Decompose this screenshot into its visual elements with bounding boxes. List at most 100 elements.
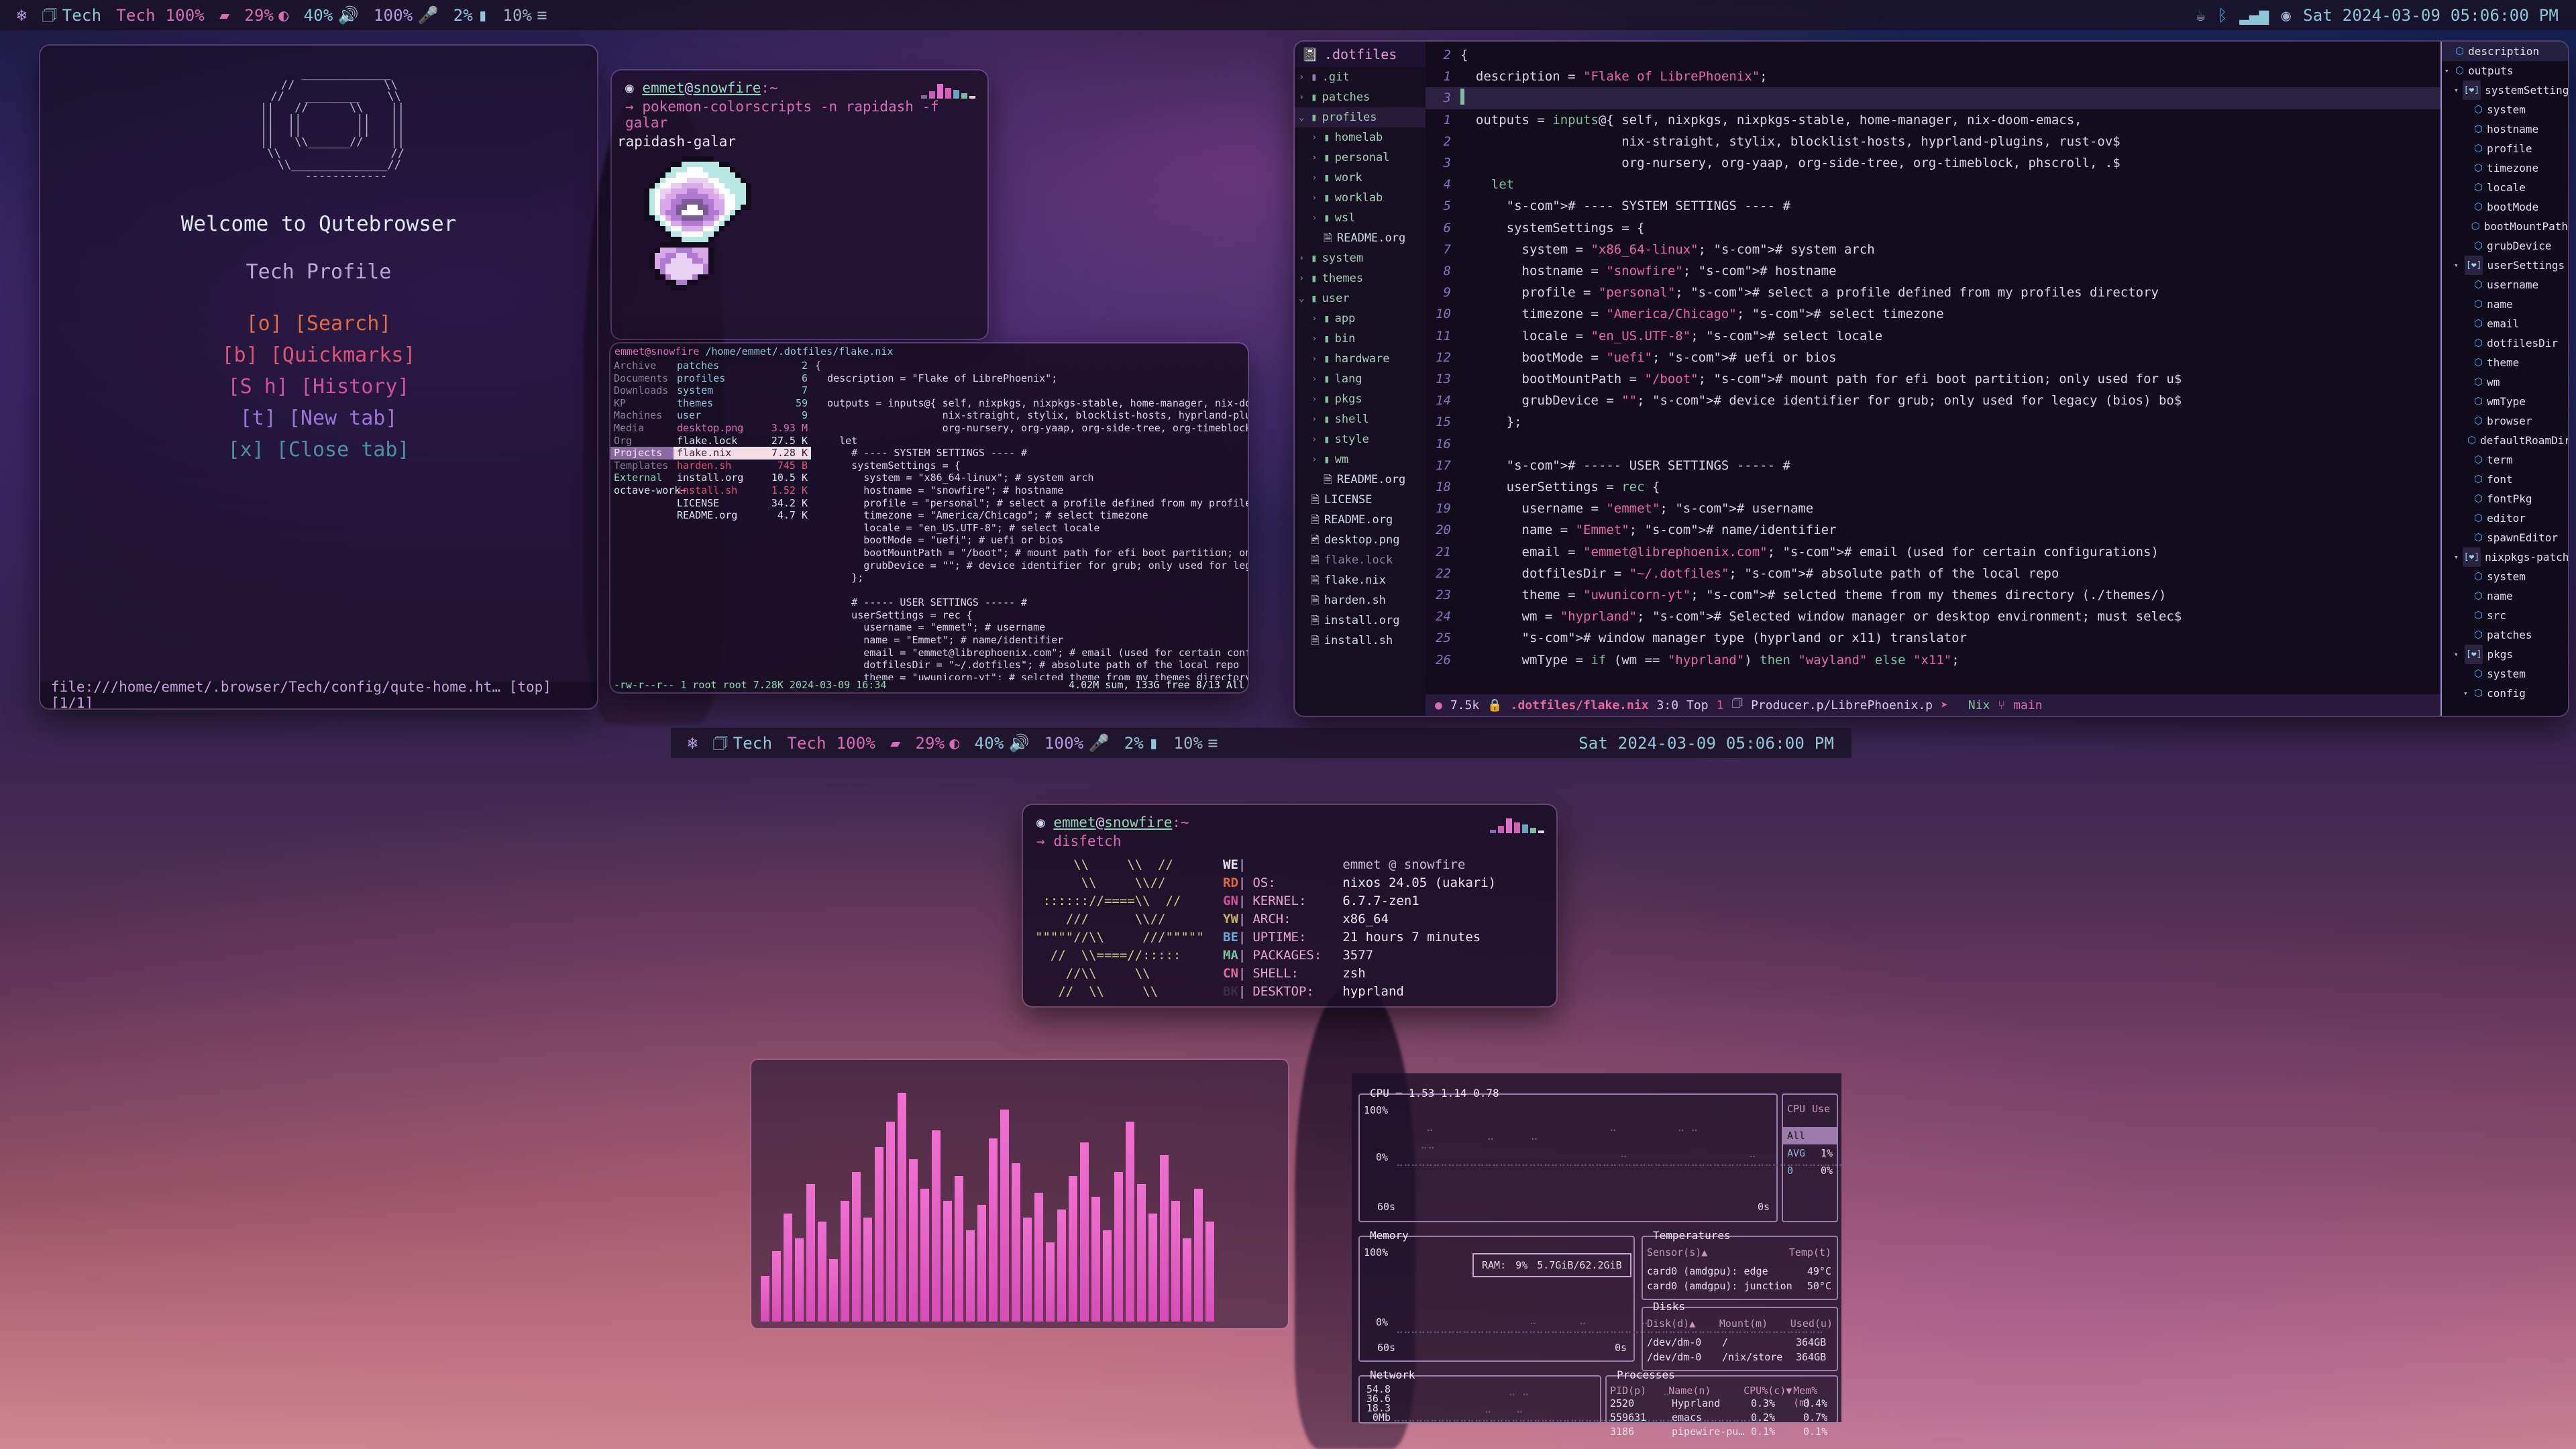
outline-item[interactable]: ⬡ wm — [2442, 372, 2568, 392]
cpu-module-2[interactable]: 29% ◐ — [908, 734, 967, 753]
ranger-file-item[interactable]: flake.nix 7.28 K — [674, 447, 811, 460]
treemacs-item[interactable]: 🗎 README.org — [1295, 228, 1426, 248]
chevron-icon[interactable]: › — [1311, 127, 1319, 148]
code-line[interactable]: 2 nix-straight, stylix, blocklist-hosts,… — [1426, 131, 2440, 152]
outline-item[interactable]: ⬡ spawnEditor — [2442, 528, 2568, 547]
code-line[interactable]: 12 bootMode = "uefi"; "s-com"># uefi or … — [1426, 347, 2440, 368]
chevron-icon[interactable]: › — [1311, 369, 1319, 389]
outline-item[interactable]: ⬡ system — [2442, 567, 2568, 586]
mic-module[interactable]: 2% ▮ — [446, 6, 496, 25]
battery-module[interactable]: Tech 100% — [109, 6, 212, 25]
chevron-icon[interactable]: › — [1311, 188, 1319, 208]
outline-item[interactable]: ⬡ font — [2442, 470, 2568, 489]
code-line[interactable]: 8 hostname = "snowfire"; "s-com"># hostn… — [1426, 260, 2440, 282]
cpu-module[interactable]: 29% ◐ — [237, 6, 296, 25]
ranger-parent-item[interactable]: Documents — [610, 372, 674, 385]
triangle-icon[interactable]: ▾ — [2454, 256, 2461, 275]
code-line[interactable]: 26 wmType = if (wm == "hyprland") then "… — [1426, 649, 2440, 671]
treemacs-item[interactable]: › ▮ wm — [1295, 449, 1426, 470]
outline-item[interactable]: ▾ [❤] systemSettings — [2442, 80, 2568, 100]
coffee-off-icon[interactable]: ☕ — [2196, 6, 2206, 25]
btop-disk-header[interactable]: Disk(d)▲ — [1647, 1318, 1719, 1330]
outline-item[interactable]: ⬡ description — [2442, 42, 2568, 61]
memory-module-2[interactable]: 10% ≡ — [1166, 734, 1225, 753]
chevron-icon[interactable]: › — [1311, 409, 1319, 429]
ranger-file-item[interactable]: flake.lock 27.5 K — [674, 435, 811, 447]
outline-item[interactable]: ⬡ term — [2442, 450, 2568, 470]
treemacs-item[interactable]: › ▮ homelab — [1295, 127, 1426, 148]
outline-item[interactable]: ⬡ name — [2442, 586, 2568, 606]
code-line[interactable]: 1 outputs = inputs@{ self, nixpkgs, nixp… — [1426, 109, 2440, 131]
chevron-icon[interactable]: › — [1299, 67, 1306, 87]
battery-icon-module-2[interactable]: ▰ — [883, 735, 908, 751]
ranger-parent-item[interactable]: Templates — [610, 460, 674, 472]
brightness-module[interactable]: 40% 🔊 — [297, 6, 366, 25]
volume-module-2[interactable]: 100% 🎤 — [1037, 734, 1117, 753]
treemacs-item[interactable]: 🗎 install.sh — [1295, 631, 1426, 651]
treemacs-item[interactable]: › ▮ bin — [1295, 329, 1426, 349]
btop-disk-header[interactable]: Mount(m) — [1719, 1318, 1790, 1330]
code-line[interactable]: 20 name = "Emmet"; "s-com"># name/identi… — [1426, 519, 2440, 541]
code-line[interactable]: 1 description = "Flake of LibrePhoenix"; — [1426, 66, 2440, 87]
treemacs-item[interactable]: 🖻 desktop.png — [1295, 530, 1426, 550]
code-line[interactable]: 7 system = "x86_64-linux"; "s-com"># sys… — [1426, 239, 2440, 260]
audio-visualizer[interactable] — [751, 1060, 1288, 1328]
outline-item[interactable]: ▾ [❤] userSettings — [2442, 256, 2568, 275]
ranger-file-item[interactable]: harden.sh 745 B — [674, 460, 811, 472]
treemacs-item[interactable]: › ▮ .git — [1295, 67, 1426, 87]
outline-item[interactable]: ⬡ theme — [2442, 353, 2568, 372]
brightness-module-2[interactable]: 40% 🔊 — [967, 734, 1037, 753]
treemacs-item[interactable]: › ▮ lang — [1295, 369, 1426, 389]
mic-module-2[interactable]: 2% ▮ — [1117, 734, 1167, 753]
treemacs-item[interactable]: › ▮ app — [1295, 309, 1426, 329]
outline-item[interactable]: ▾[❤] nixpkgs-patched — [2442, 547, 2568, 567]
ranger-parent-item[interactable]: Projects — [610, 447, 674, 460]
treemacs-item[interactable]: ⌄ ▮ profiles — [1295, 107, 1426, 127]
treemacs-item[interactable]: 🗎 README.org — [1295, 470, 1426, 490]
outline-item[interactable]: ⬡ defaultRoamDir — [2442, 431, 2568, 450]
outline-item[interactable]: ▾ ⬡ config — [2442, 684, 2568, 703]
treemacs-item[interactable]: › ▮ style — [1295, 429, 1426, 449]
code-line[interactable]: 3 — [1426, 87, 2440, 109]
outline-item[interactable]: ⬡ timezone — [2442, 158, 2568, 178]
outline-item[interactable]: ⬡ grubDevice — [2442, 236, 2568, 256]
btop-system-monitor[interactable]: CPU ─ 1.53 1.14 0.78 100% 0% ⣀ ⣀ ⣀ ⣀ ⣀ ⣀ — [1352, 1073, 1841, 1422]
treemacs-item[interactable]: › ▮ worklab — [1295, 188, 1426, 208]
emacs-code-buffer[interactable]: 2{1 description = "Flake of LibrePhoenix… — [1426, 42, 2440, 716]
ranger-parent-item[interactable]: Machines — [610, 409, 674, 422]
outline-item[interactable]: ⬡ bootMode — [2442, 197, 2568, 217]
outline-item[interactable]: ⬡ patches — [2442, 625, 2568, 645]
triangle-icon[interactable]: ▾ — [2445, 61, 2451, 80]
outline-item[interactable]: ⬡ bootMountPath — [2442, 217, 2568, 236]
disc-icon[interactable]: ◉ — [2281, 6, 2291, 25]
qute-link-search[interactable]: [o] [Search] — [222, 308, 416, 339]
outline-item[interactable]: ▾ [❤] pkgs — [2442, 645, 2568, 664]
outline-item[interactable]: ⬡ hostname — [2442, 119, 2568, 139]
emacs-treemacs-sidebar[interactable]: 📓 .dotfiles › ▮ .git › ▮ patches ⌄ ▮ profiles › ▮ h… — [1295, 42, 1426, 716]
treemacs-item[interactable]: › ▮ shell — [1295, 409, 1426, 429]
btop-process-row[interactable]: 559631 emacs 0.2% 0.7% — [1610, 1411, 1833, 1425]
outline-item[interactable]: ⬡ username — [2442, 275, 2568, 294]
ranger-parent-item[interactable]: KP — [610, 397, 674, 410]
code-line[interactable]: 22 dotfilesDir = "~/.dotfiles"; "s-com">… — [1426, 563, 2440, 584]
ranger-file-item[interactable]: user 9 — [674, 409, 811, 422]
ranger-parent-item[interactable]: Org — [610, 435, 674, 447]
outline-item[interactable]: ⬡ name — [2442, 294, 2568, 314]
qute-link-quickmarks[interactable]: [b] [Quickmarks] — [222, 339, 416, 371]
volume-module[interactable]: 100% 🎤 — [366, 6, 446, 25]
qute-link-close-tab[interactable]: [x] [Close tab] — [222, 434, 416, 466]
battery-module-2[interactable]: Tech 100% — [780, 734, 883, 753]
code-line[interactable]: 19 username = "emmet"; "s-com"># usernam… — [1426, 498, 2440, 519]
chevron-icon[interactable]: › — [1299, 248, 1306, 268]
code-line[interactable]: 11 locale = "en_US.UTF-8"; "s-com"># sel… — [1426, 325, 2440, 347]
code-line[interactable]: 9 profile = "personal"; "s-com"># select… — [1426, 282, 2440, 303]
ranger-parent-item[interactable]: Archive — [610, 360, 674, 372]
outline-item[interactable]: ⬡ src — [2442, 606, 2568, 625]
workspace-indicator-2[interactable]: 🗇 Tech — [705, 734, 780, 753]
code-line[interactable]: 18 userSettings = rec { — [1426, 476, 2440, 498]
chevron-icon[interactable]: › — [1311, 148, 1319, 168]
disfetch-terminal-window[interactable]: ◉ emmet@snowfire:~ → disfetch \\ \\ // \… — [1023, 805, 1556, 1006]
chevron-icon[interactable]: › — [1299, 87, 1306, 107]
clock-2[interactable]: Sat 2024-03-09 05:06:00 PM — [1578, 734, 1834, 753]
chevron-icon[interactable]: › — [1311, 389, 1319, 409]
